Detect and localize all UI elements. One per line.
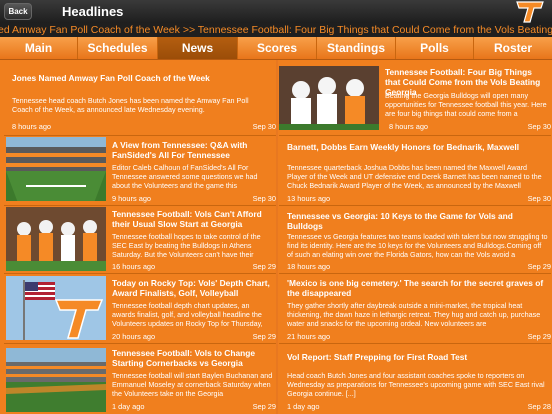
article-card[interactable]: A View from Tennessee: Q&A with FanSided…	[4, 136, 276, 206]
article-summary: Tennessee football will start Baylen Buc…	[112, 371, 273, 398]
article-date: Sep 29	[527, 262, 551, 271]
article-date: Sep 29	[527, 332, 551, 341]
article-time: 1 day ago	[287, 402, 320, 411]
tab-standings[interactable]: Standings	[317, 37, 396, 59]
article-summary: Tennessee football hopes to take control…	[112, 232, 261, 259]
article-thumbnail	[6, 207, 106, 271]
back-button[interactable]: Back	[4, 3, 32, 20]
article-summary: Tennessee head coach Butch Jones has bee…	[12, 96, 249, 114]
article-thumbnail	[6, 348, 106, 412]
article-title: Barnett, Dobbs Earn Weekly Honors for Be…	[287, 142, 520, 152]
article-card[interactable]: 'Mexico is one big cemetery.' The search…	[279, 274, 551, 344]
article-summary: Tennessee football depth chart updates, …	[112, 301, 263, 328]
article-time: 8 hours ago	[12, 122, 52, 131]
article-title: Today on Rocky Top: Vols' Depth Chart, A…	[112, 278, 270, 298]
article-card[interactable]: Tennessee vs Georgia: 10 Keys to the Gam…	[279, 206, 551, 274]
article-summary: Head coach Butch Jones and four assistan…	[287, 371, 545, 398]
article-date: Sep 29	[252, 262, 276, 271]
article-date: Sep 28	[527, 402, 551, 411]
tab-roster[interactable]: Roster	[474, 37, 552, 59]
article-summary: Tennessee vs Georgia features two teams …	[287, 232, 548, 259]
article-date: Sep 30	[527, 194, 551, 203]
article-date: Sep 29	[252, 332, 276, 341]
article-summary: Editor Caleb Calhoun of FanSided's All F…	[112, 163, 258, 190]
article-card[interactable]: Jones Named Amway Fan Poll Coach of the …	[4, 60, 276, 136]
article-title: A View from Tennessee: Q&A with FanSided…	[112, 140, 248, 160]
article-summary: Beating the Georgia Bulldogs will open m…	[385, 91, 547, 118]
tab-schedules[interactable]: Schedules	[78, 37, 158, 59]
article-summary: Tennessee quarterback Joshua Dobbs has b…	[287, 163, 542, 190]
article-time: 8 hours ago	[389, 122, 429, 131]
tab-polls[interactable]: Polls	[396, 37, 474, 59]
article-summary: They gather shortly after daybreak outsi…	[287, 301, 541, 328]
tab-news[interactable]: News	[158, 37, 238, 59]
article-title: Vol Report: Staff Prepping for First Roa…	[287, 352, 468, 362]
article-date: Sep 30	[252, 194, 276, 203]
article-card[interactable]: Barnett, Dobbs Earn Weekly Honors for Be…	[279, 136, 551, 206]
article-date: Sep 29	[252, 402, 276, 411]
tab-main[interactable]: Main	[0, 37, 78, 59]
article-card[interactable]: Tennessee Football: Vols Can't Afford th…	[4, 206, 276, 274]
article-time: 1 day ago	[112, 402, 145, 411]
article-time: 9 hours ago	[112, 194, 152, 203]
article-card[interactable]: Vol Report: Staff Prepping for First Roa…	[279, 344, 551, 414]
tab-scores[interactable]: Scores	[238, 37, 317, 59]
article-time: 21 hours ago	[287, 332, 331, 341]
article-thumbnail	[6, 137, 106, 201]
article-date: Sep 30	[252, 122, 276, 131]
news-list: Jones Named Amway Fan Poll Coach of the …	[0, 60, 552, 414]
top-bar: Back Headlines	[0, 0, 552, 23]
article-title: Tennessee vs Georgia: 10 Keys to the Gam…	[287, 211, 513, 231]
article-title: Jones Named Amway Fan Poll Coach of the …	[12, 73, 210, 83]
main-nav: Main Schedules News Scores Standings Pol…	[0, 37, 552, 60]
ticker-text: ed Amway Fan Poll Coach of the Week >> T…	[0, 24, 552, 36]
article-date: Sep 30	[527, 122, 551, 131]
article-title: Tennessee Football: Vols to Change Start…	[112, 348, 256, 368]
article-card[interactable]: Today on Rocky Top: Vols' Depth Chart, A…	[4, 274, 276, 344]
article-time: 18 hours ago	[287, 262, 331, 271]
article-time: 13 hours ago	[287, 194, 331, 203]
news-ticker[interactable]: ed Amway Fan Poll Coach of the Week >> T…	[0, 23, 552, 37]
page-title: Headlines	[62, 4, 124, 19]
article-time: 16 hours ago	[112, 262, 156, 271]
article-title: Tennessee Football: Vols Can't Afford th…	[112, 209, 262, 229]
article-thumbnail	[6, 276, 106, 340]
article-card[interactable]: Tennessee Football: Four Big Things that…	[279, 60, 551, 136]
power-t-logo-icon	[516, 1, 544, 23]
article-time: 20 hours ago	[112, 332, 156, 341]
article-thumbnail	[279, 66, 379, 130]
article-card[interactable]: Tennessee Football: Vols to Change Start…	[4, 344, 276, 414]
column-divider	[276, 60, 278, 414]
article-title: 'Mexico is one big cemetery.' The search…	[287, 278, 544, 298]
